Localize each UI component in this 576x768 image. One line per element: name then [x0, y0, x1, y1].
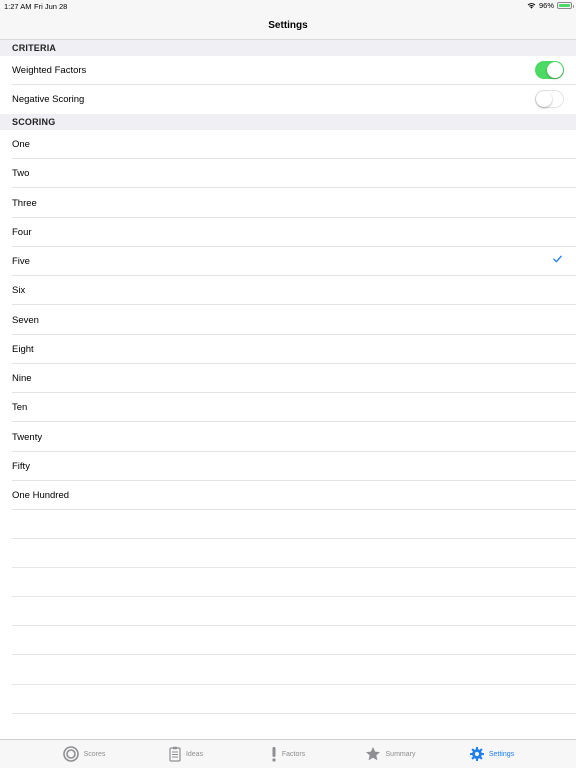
- section-header-criteria: CRITERIA: [0, 40, 576, 56]
- scoring-option-label: Seven: [12, 314, 39, 326]
- battery-percent: 96%: [538, 1, 554, 10]
- star-icon: [365, 747, 380, 761]
- status-right: 96%: [527, 1, 574, 10]
- scoring-option-label: Nine: [12, 373, 32, 384]
- scoring-option-row[interactable]: Five: [0, 247, 576, 276]
- tab-bar: Scores Ideas Factors Summary Settings: [0, 739, 576, 768]
- scoring-option-row[interactable]: Seven: [0, 305, 576, 335]
- row-weighted-factors: Weighted Factors: [0, 56, 576, 85]
- scoring-option-row[interactable]: Eight: [0, 334, 576, 364]
- negative-scoring-toggle[interactable]: [535, 90, 564, 108]
- exclamation-icon: [272, 747, 276, 762]
- scoring-option-row[interactable]: Ten: [0, 393, 576, 423]
- tab-ideas[interactable]: Ideas: [135, 746, 237, 762]
- scoring-option-label: Six: [12, 285, 26, 297]
- status-time: 1:27 AM: [4, 2, 32, 11]
- scoring-option-label: One: [12, 139, 30, 150]
- tab-scores[interactable]: Scores: [33, 746, 135, 762]
- target-icon: [62, 746, 79, 762]
- checkmark-icon: [553, 255, 562, 263]
- scoring-option-label: Four: [12, 226, 32, 238]
- status-date: Fri Jun 28: [34, 2, 68, 11]
- toggle-knob: [547, 62, 563, 78]
- scoring-option-row[interactable]: Twenty: [0, 422, 576, 452]
- wifi-icon: [527, 3, 536, 9]
- scoring-option-label: Eight: [12, 343, 34, 355]
- row-label: Weighted Factors: [12, 65, 87, 76]
- tab-label: Scores: [83, 750, 106, 758]
- tab-label: Settings: [488, 750, 515, 758]
- navigation-bar: Settings: [0, 12, 576, 40]
- scoring-option-label: Five: [12, 256, 30, 267]
- scoring-option-label: Fifty: [12, 460, 30, 472]
- scoring-option-label: Two: [12, 168, 30, 180]
- scoring-option-row[interactable]: One: [0, 130, 576, 159]
- scoring-option-row[interactable]: Four: [0, 217, 576, 247]
- scoring-option-label: Three: [12, 197, 37, 209]
- row-negative-scoring: Negative Scoring: [0, 85, 576, 114]
- row-label: Negative Scoring: [12, 94, 85, 105]
- scoring-option-row[interactable]: Fifty: [0, 451, 576, 481]
- scoring-option-row[interactable]: Nine: [0, 364, 576, 393]
- battery-icon: [557, 2, 574, 9]
- scoring-option-label: Twenty: [12, 431, 43, 443]
- scoring-option-row[interactable]: Three: [0, 188, 576, 218]
- tab-label: Summary: [385, 750, 416, 758]
- section-header-scoring: SCORING: [0, 114, 576, 130]
- tab-label: Ideas: [185, 750, 204, 758]
- tab-label: Factors: [281, 750, 306, 758]
- status-bar: 1:27 AM Fri Jun 28 96%: [0, 0, 576, 12]
- scoring-option-label: Ten: [12, 402, 28, 414]
- gear-icon: [469, 747, 484, 761]
- tab-factors[interactable]: Factors: [237, 746, 339, 762]
- tab-settings[interactable]: Settings: [441, 747, 543, 761]
- tab-summary[interactable]: Summary: [339, 746, 441, 762]
- scoring-option-row[interactable]: Two: [0, 159, 576, 189]
- scoring-option-row[interactable]: One Hundred: [0, 481, 576, 510]
- scoring-option-row[interactable]: Six: [0, 276, 576, 306]
- scoring-option-label: One Hundred: [12, 490, 70, 501]
- toggle-knob: [536, 91, 552, 107]
- page-title: Settings: [268, 20, 308, 31]
- clipboard-icon: [169, 746, 181, 762]
- weighted-factors-toggle[interactable]: [535, 61, 564, 79]
